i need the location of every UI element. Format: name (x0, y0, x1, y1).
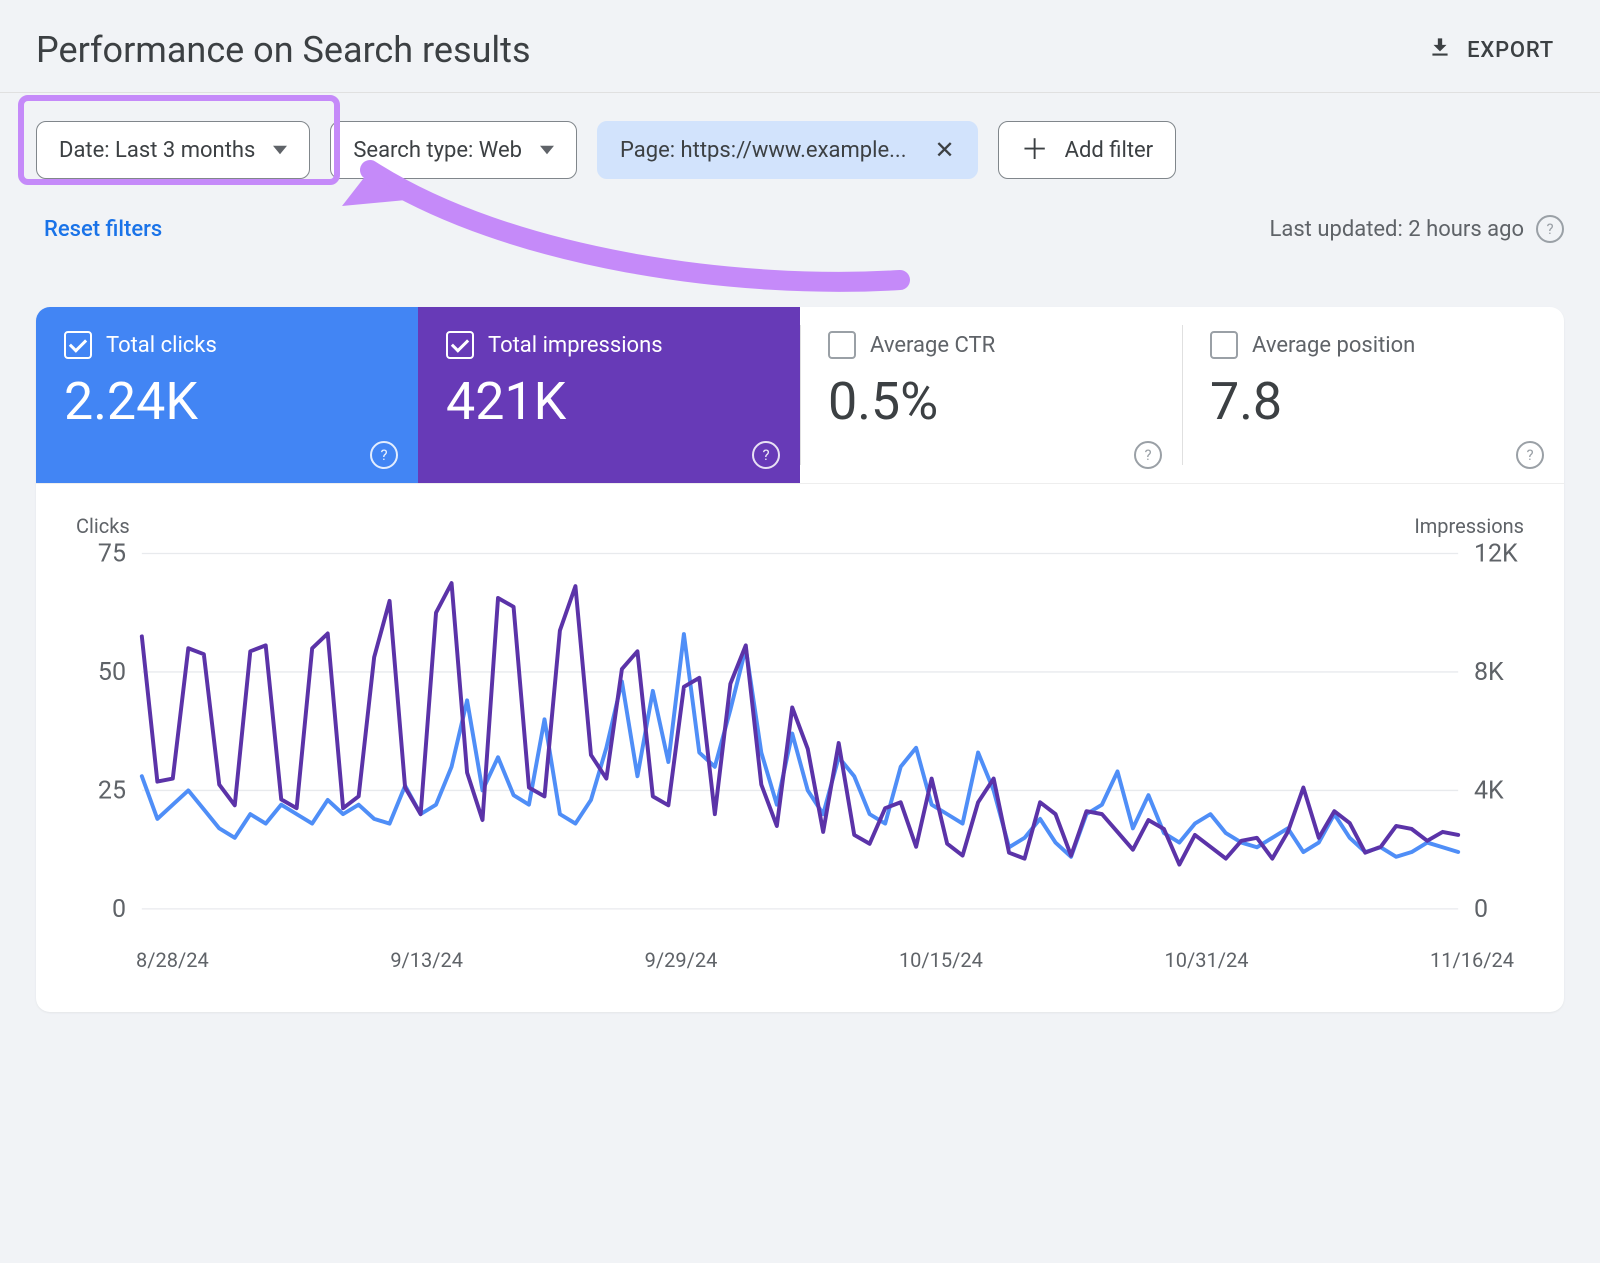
last-updated-label: Last updated: 2 hours ago (1270, 217, 1524, 242)
help-icon[interactable]: ? (370, 441, 398, 469)
filter-page[interactable]: Page: https://www.example... ✕ (597, 121, 978, 179)
metric-label: Average position (1252, 333, 1415, 358)
filter-search-type-label: Search type: Web (353, 138, 522, 163)
axis-title-left: Clicks (76, 514, 130, 538)
performance-chart[interactable]: 0 25 50 75 0 4K 8K 12K (76, 514, 1524, 948)
filter-page-label: Page: https://www.example... (620, 138, 907, 163)
svg-text:25: 25 (98, 776, 126, 805)
last-updated: Last updated: 2 hours ago ? (1270, 215, 1564, 243)
svg-text:12K: 12K (1474, 539, 1518, 568)
chevron-down-icon (540, 138, 554, 163)
metric-value: 0.5% (828, 373, 1154, 430)
add-filter-label: Add filter (1065, 138, 1153, 163)
page-header: Performance on Search results EXPORT (0, 0, 1600, 93)
x-tick: 11/16/24 (1430, 948, 1514, 972)
svg-text:8K: 8K (1474, 658, 1504, 687)
svg-text:50: 50 (98, 658, 126, 687)
metric-tile-impressions[interactable]: Total impressions 421K ? (418, 307, 800, 483)
reset-filters-link[interactable]: Reset filters (44, 217, 162, 242)
page-title: Performance on Search results (36, 29, 531, 71)
chevron-down-icon (273, 138, 287, 163)
help-icon[interactable]: ? (1516, 441, 1544, 469)
metric-label: Total impressions (488, 333, 663, 358)
help-icon[interactable]: ? (752, 441, 780, 469)
x-tick: 10/31/24 (1164, 948, 1248, 972)
export-button[interactable]: EXPORT (1417, 28, 1564, 72)
svg-text:0: 0 (112, 895, 126, 924)
metric-label: Average CTR (870, 333, 995, 358)
x-tick: 8/28/24 (136, 948, 209, 972)
svg-text:75: 75 (98, 539, 126, 568)
help-icon[interactable]: ? (1134, 441, 1162, 469)
plus-icon: ＋ (1021, 136, 1049, 164)
filter-date-label: Date: Last 3 months (59, 138, 255, 163)
x-tick: 9/29/24 (645, 948, 718, 972)
filter-search-type[interactable]: Search type: Web (330, 121, 577, 179)
export-label: EXPORT (1467, 38, 1554, 63)
metric-value: 7.8 (1210, 373, 1536, 430)
download-icon (1427, 34, 1453, 66)
sub-row: Reset filters Last updated: 2 hours ago … (0, 179, 1600, 243)
metric-tile-clicks[interactable]: Total clicks 2.24K ? (36, 307, 418, 483)
metric-value: 2.24K (64, 373, 390, 430)
filter-bar: Date: Last 3 months Search type: Web Pag… (0, 93, 1600, 179)
checkbox-icon (64, 331, 92, 359)
checkbox-icon (1210, 331, 1238, 359)
close-icon[interactable]: ✕ (935, 138, 955, 162)
filter-date[interactable]: Date: Last 3 months (36, 121, 310, 179)
axis-title-right: Impressions (1414, 514, 1524, 538)
x-tick: 9/13/24 (390, 948, 463, 972)
chart-area: Clicks Impressions 0 25 50 75 0 4K 8K 12K 8/28/… (36, 484, 1564, 1012)
metric-label: Total clicks (106, 333, 217, 358)
metric-tiles: Total clicks 2.24K ? Total impressions 4… (36, 307, 1564, 484)
metric-tile-position[interactable]: Average position 7.8 ? (1182, 307, 1564, 483)
checkbox-icon (446, 331, 474, 359)
metric-tile-ctr[interactable]: Average CTR 0.5% ? (800, 307, 1182, 483)
help-icon[interactable]: ? (1536, 215, 1564, 243)
x-tick: 10/15/24 (899, 948, 983, 972)
add-filter-button[interactable]: ＋ Add filter (998, 121, 1177, 179)
svg-text:4K: 4K (1474, 776, 1504, 805)
svg-text:0: 0 (1474, 895, 1488, 924)
performance-card: Total clicks 2.24K ? Total impressions 4… (36, 307, 1564, 1012)
checkbox-icon (828, 331, 856, 359)
x-axis-labels: 8/28/24 9/13/24 9/29/24 10/15/24 10/31/24 11/… (76, 948, 1524, 972)
metric-value: 421K (446, 373, 772, 430)
